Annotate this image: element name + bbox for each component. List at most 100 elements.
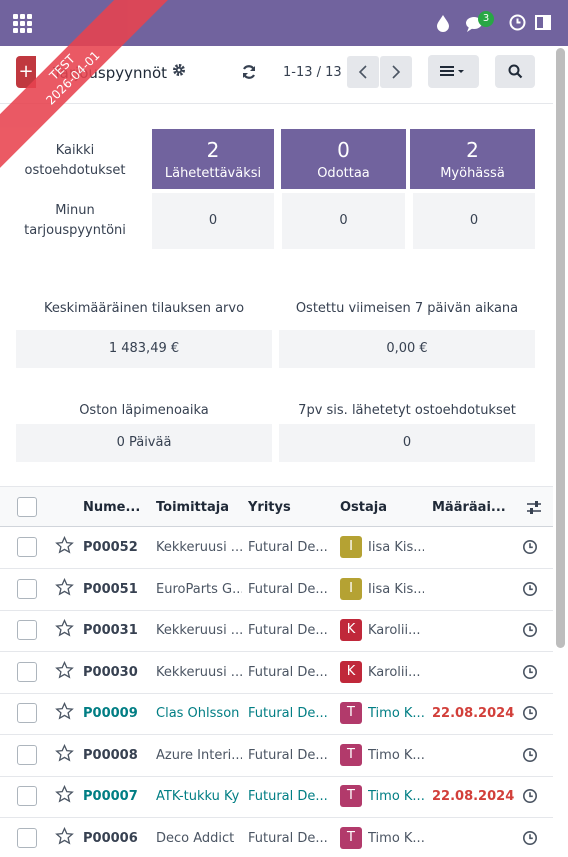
pager-next-button[interactable]	[380, 56, 412, 88]
table-row[interactable]: P00007 ATK-tukku Ky Futural De... T Timo K..…	[0, 776, 553, 818]
avatar: I	[340, 577, 362, 600]
row-buyer: Karolii...	[368, 623, 421, 638]
table-row[interactable]: P00030 Kekkeruusi ... Futural De... K Karoli…	[0, 652, 553, 694]
tile-late-value: 2	[466, 138, 479, 162]
column-header-company[interactable]: Yritys	[248, 500, 291, 515]
table-row[interactable]: P00051 EuroParts G... Futural De... I Iisa K…	[0, 569, 553, 611]
activity-clock-icon[interactable]	[522, 622, 538, 638]
row-company: Futural De...	[248, 830, 328, 846]
row-vendor: Clas Ohlsson	[156, 706, 240, 721]
row-deadline: 22.08.2024	[432, 789, 515, 804]
row-buyer: Timo K...	[368, 830, 424, 846]
row-number: P00030	[83, 664, 138, 680]
table-row[interactable]: P00009 Clas Ohlsson Futural De... T Timo K..…	[0, 693, 553, 735]
list-view-icon	[440, 66, 464, 76]
column-header-deadline[interactable]: Määräai...	[432, 500, 506, 515]
row-number: P00009	[83, 706, 138, 721]
row-checkbox[interactable]	[17, 578, 37, 599]
row-checkbox[interactable]	[17, 661, 37, 682]
tile-to-send-label: Lähetettäväksi	[164, 166, 262, 181]
my-waiting-value[interactable]: 0	[282, 193, 405, 249]
row-buyer: Iisa Kis...	[368, 581, 424, 597]
row-number: P00006	[83, 830, 138, 846]
star-icon[interactable]	[55, 619, 74, 637]
activity-clock-icon[interactable]	[509, 14, 526, 31]
activity-clock-icon[interactable]	[522, 747, 538, 763]
activity-clock-icon[interactable]	[522, 705, 538, 721]
star-icon[interactable]	[55, 743, 74, 762]
row-vendor: Kekkeruusi ...	[156, 540, 242, 555]
tile-to-send[interactable]: 2 Lähetettäväksi	[152, 129, 274, 189]
row-vendor: Kekkeruusi ...	[156, 623, 242, 638]
control-panel: + Tarjouspyynnöt 1-13 / 13	[0, 46, 553, 104]
my-to-send-value[interactable]: 0	[152, 193, 274, 249]
activity-clock-icon[interactable]	[522, 830, 538, 846]
row-buyer: Timo K...	[368, 789, 424, 804]
star-icon[interactable]	[55, 785, 74, 803]
star-icon[interactable]	[55, 660, 74, 679]
optional-columns-icon[interactable]	[526, 500, 542, 515]
column-header-buyer[interactable]: Ostaja	[340, 500, 387, 515]
row-company: Futural De...	[248, 540, 328, 555]
row-company: Futural De...	[248, 747, 328, 763]
table-row[interactable]: P00052 Kekkeruusi ... Futural De... I Iisa K…	[0, 527, 553, 569]
scrollbar-thumb[interactable]	[556, 48, 565, 648]
row-number: P00052	[83, 540, 138, 555]
row-vendor: Azure Interi...	[156, 747, 242, 763]
star-icon[interactable]	[55, 826, 74, 845]
row-vendor: Deco Addict	[156, 830, 235, 846]
activity-clock-icon[interactable]	[522, 664, 538, 680]
table-row[interactable]: P00031 Kekkeruusi ... Futural De... K Karoli…	[0, 610, 553, 652]
tile-waiting-label: Odottaa	[317, 166, 370, 181]
avatar: I	[340, 536, 362, 558]
apps-menu-icon[interactable]	[13, 14, 32, 33]
activity-clock-icon[interactable]	[522, 539, 538, 555]
star-icon[interactable]	[55, 702, 74, 720]
avatar: T	[340, 743, 362, 766]
row-company: Futural De...	[248, 581, 328, 597]
drop-icon[interactable]	[436, 14, 450, 32]
gear-icon[interactable]	[172, 63, 186, 77]
row-vendor: Kekkeruusi ...	[156, 664, 242, 680]
purchased-7-days-value: 0,00 €	[279, 330, 535, 368]
row-buyer: Timo K...	[368, 747, 424, 763]
star-icon[interactable]	[55, 577, 74, 596]
table-row[interactable]: P00006 Deco Addict Futural De... T Timo K...	[0, 818, 553, 857]
row-checkbox[interactable]	[17, 703, 37, 723]
tile-late-label: Myöhässä	[440, 166, 505, 181]
tile-late[interactable]: 2 Myöhässä	[410, 129, 535, 189]
refresh-icon[interactable]	[241, 64, 257, 80]
pager-previous-button[interactable]	[347, 56, 379, 88]
row-checkbox[interactable]	[17, 537, 37, 557]
all-rfqs-label: Kaikki ostoehdotukset	[24, 143, 126, 178]
search-button[interactable]	[495, 55, 535, 88]
new-button[interactable]: +	[16, 56, 36, 88]
row-company: Futural De...	[248, 789, 328, 804]
row-checkbox[interactable]	[17, 827, 37, 848]
sent-rfqs-7-days-value: 0	[279, 424, 535, 462]
row-checkbox[interactable]	[17, 786, 37, 806]
row-company: Futural De...	[248, 664, 328, 680]
row-buyer: Iisa Kis...	[368, 540, 424, 555]
star-icon[interactable]	[55, 536, 74, 554]
column-header-vendor[interactable]: Toimittaja	[156, 500, 229, 515]
row-company: Futural De...	[248, 706, 328, 721]
avatar: T	[340, 826, 362, 849]
avatar: T	[340, 702, 362, 724]
column-header-number[interactable]: Nume...	[83, 500, 140, 515]
select-all-checkbox[interactable]	[17, 497, 37, 517]
sent-rfqs-7-days-label: 7pv sis. lähetetyt ostoehdotukset	[298, 403, 516, 418]
avatar: K	[340, 619, 362, 641]
activity-clock-icon[interactable]	[522, 581, 538, 597]
my-late-value[interactable]: 0	[413, 193, 535, 249]
row-checkbox[interactable]	[17, 744, 37, 765]
table-row[interactable]: P00008 Azure Interi... Futural De... T Timo …	[0, 735, 553, 777]
row-checkbox[interactable]	[17, 620, 37, 640]
avg-order-value-label: Keskimääräinen tilauksen arvo	[43, 301, 245, 316]
activity-clock-icon[interactable]	[522, 788, 538, 804]
pager-value[interactable]: 1-13 / 13	[283, 65, 342, 80]
panel-toggle-icon[interactable]	[535, 15, 551, 30]
view-switcher-button[interactable]	[428, 55, 479, 88]
my-rfqs-label: Minun tarjouspyyntöni	[24, 203, 126, 238]
tile-waiting[interactable]: 0 Odottaa	[281, 129, 406, 189]
